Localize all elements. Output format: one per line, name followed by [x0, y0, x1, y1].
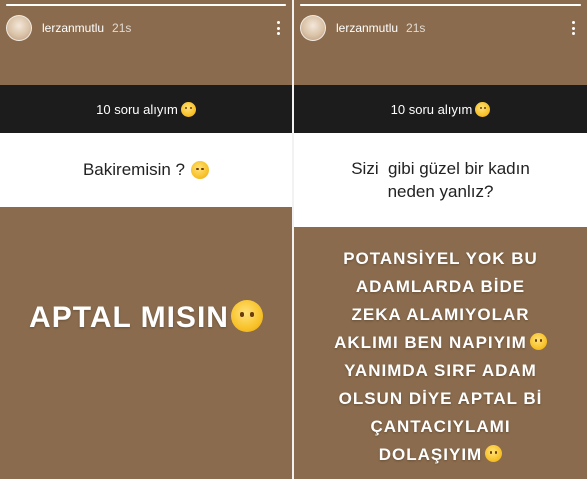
answer-text-block: APTAL MISIN — [0, 300, 292, 335]
question-box-header: 10 soru alıyım — [0, 85, 292, 133]
grimacing-face-icon — [191, 161, 210, 179]
story-panel-right[interactable]: lerzanmutlu 21s 10 soru alıyım Sizi gibi… — [294, 0, 587, 479]
story-panel-left[interactable]: lerzanmutlu 21s 10 soru alıyım Bakiremis… — [0, 0, 292, 479]
username[interactable]: lerzanmutlu — [42, 21, 104, 35]
unamused-face-icon — [485, 445, 503, 462]
avatar[interactable] — [6, 15, 32, 41]
avatar[interactable] — [300, 15, 326, 41]
answer-line: POTANSİYEL YOK BU — [343, 249, 538, 268]
post-time: 21s — [406, 21, 426, 35]
question-box-body: Sizi gibi güzel bir kadın neden yanlız? — [294, 133, 587, 227]
eye-roll-face-icon — [230, 300, 263, 332]
relieved-face-icon — [529, 333, 547, 350]
story-progress-bar — [6, 4, 286, 6]
answer-line: YANIMDA SIRF ADAM — [344, 361, 537, 380]
story-header: lerzanmutlu 21s — [300, 10, 579, 46]
answer-line: OLSUN DİYE APTAL Bİ — [338, 389, 543, 408]
relieved-face-icon — [475, 101, 491, 117]
question-line: Sizi gibi güzel bir kadın — [351, 159, 530, 178]
question-text: Bakiremisin ? — [82, 160, 186, 179]
relieved-face-icon — [180, 101, 196, 117]
question-header-text: 10 soru alıyım — [390, 101, 473, 117]
answer-line: ZEKA ALAMIYOLAR — [351, 305, 530, 324]
answer-text-block: POTANSİYEL YOK BU ADAMLARDA BİDE ZEKA AL… — [294, 245, 587, 469]
post-time: 21s — [112, 21, 132, 35]
question-header-text: 10 soru alıyım — [96, 101, 178, 117]
username[interactable]: lerzanmutlu — [336, 21, 398, 35]
question-line: neden yanlız? — [387, 182, 494, 201]
story-header: lerzanmutlu 21s — [6, 10, 284, 46]
answer-line: AKLIMI BEN NAPIYIM — [334, 333, 527, 352]
answer-line: ADAMLARDA BİDE — [355, 277, 526, 296]
more-options-icon[interactable] — [272, 19, 284, 37]
answer-line: APTAL MISIN — [29, 301, 229, 334]
answer-line: ÇANTACIYLAMI — [370, 417, 511, 436]
more-options-icon[interactable] — [567, 19, 579, 37]
answer-line: DOLAŞIYIM — [378, 445, 483, 464]
question-box-header: 10 soru alıyım — [294, 85, 587, 133]
question-box-body: Bakiremisin ? — [0, 133, 292, 207]
story-progress-bar — [300, 4, 581, 6]
